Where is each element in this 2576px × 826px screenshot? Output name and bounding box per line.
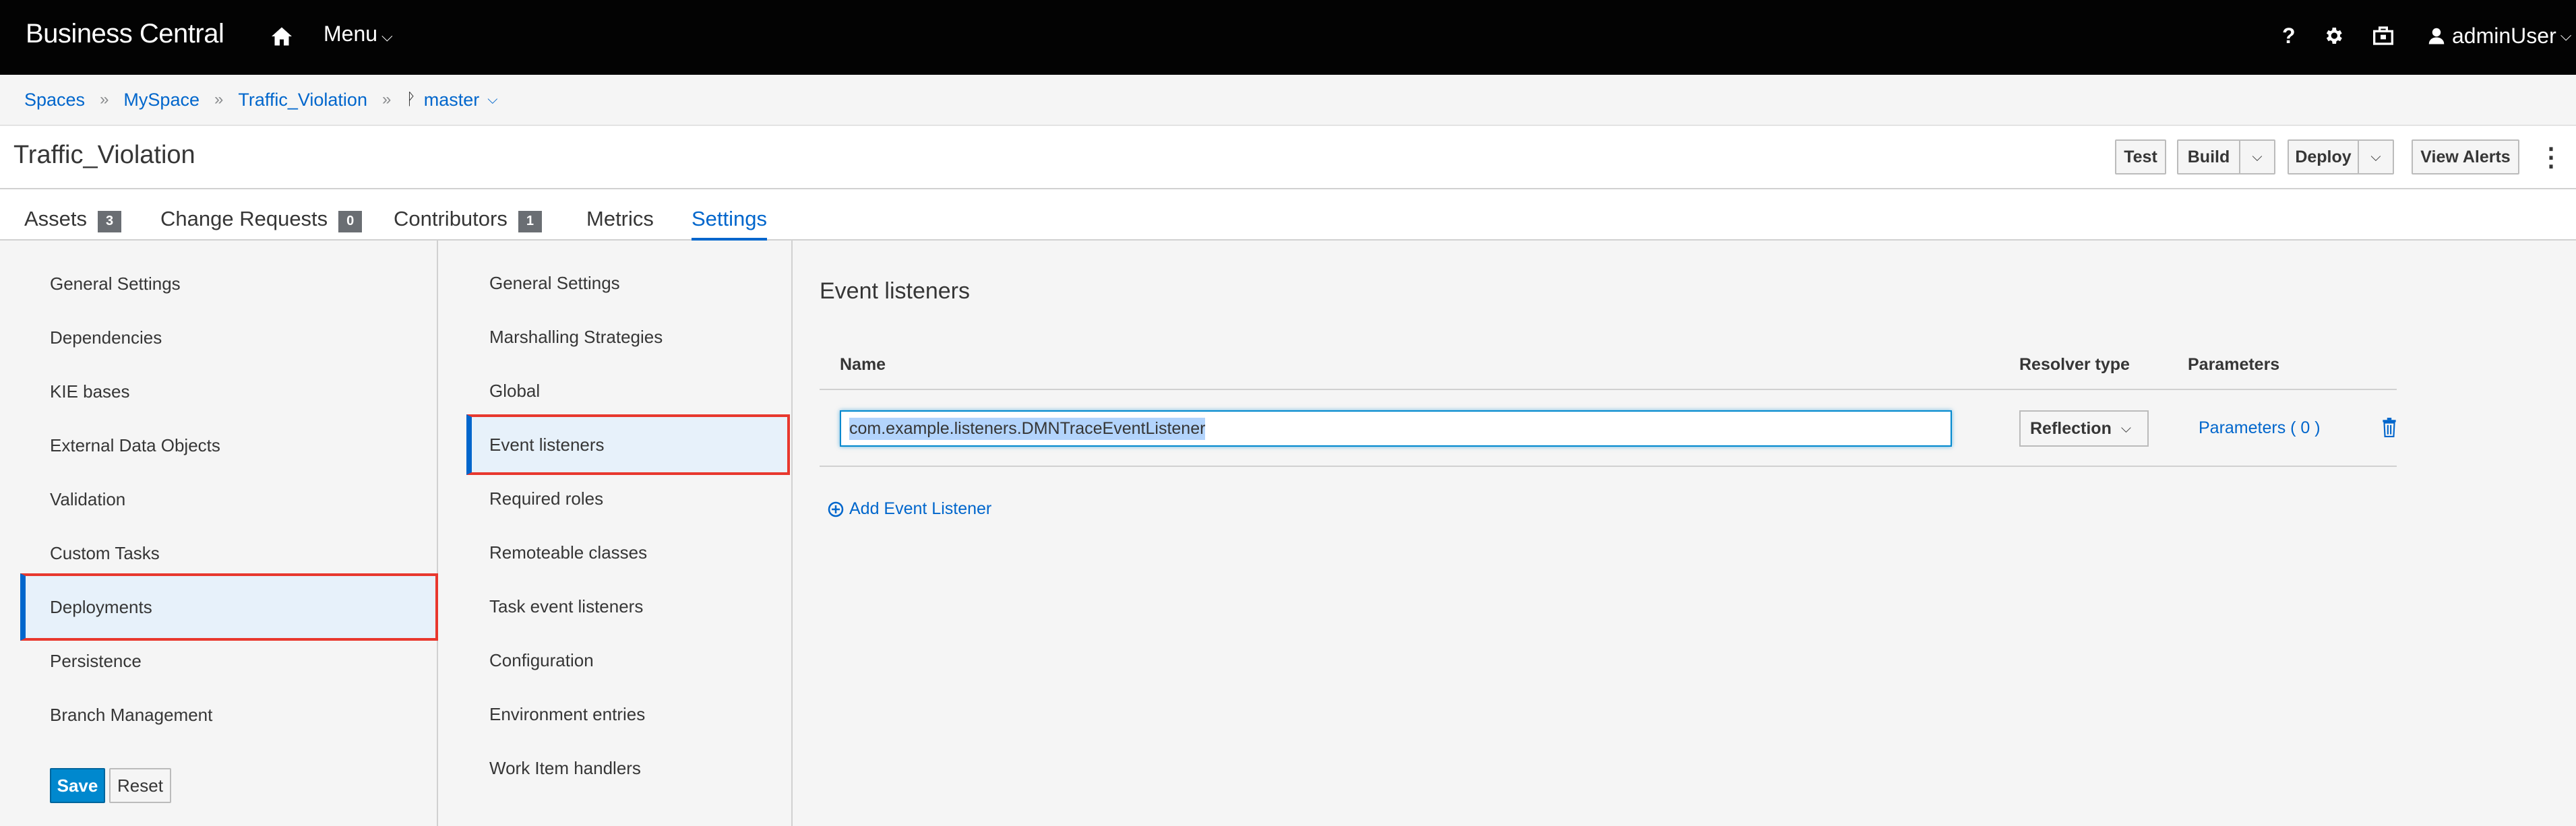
breadcrumb-separator: » [214, 90, 224, 108]
tab-change-requests[interactable]: Change Requests 0 [160, 199, 363, 241]
user-name: adminUser [2452, 23, 2556, 48]
branch-selector[interactable]: ᚹ master ⌵ [406, 90, 497, 110]
tab-label: Settings [692, 207, 768, 230]
build-dropdown-toggle[interactable]: ⌵ [2239, 139, 2275, 174]
kebab-menu-icon[interactable]: ⋮ [2538, 142, 2564, 172]
listener-name-value: com.example.listeners.DMNTraceEventListe… [849, 417, 1206, 440]
breadcrumb-separator: » [100, 90, 109, 108]
tab-metrics[interactable]: Metrics [586, 199, 654, 241]
deploy-nav-required-roles[interactable]: Required roles [466, 468, 790, 529]
branch-name: master [423, 89, 480, 110]
chevron-down-icon: ⌵ [2120, 420, 2132, 436]
deploy-nav-configuration[interactable]: Configuration [466, 630, 790, 691]
deploy-nav-environment-entries[interactable]: Environment entries [466, 684, 790, 744]
count-badge: 1 [518, 211, 542, 232]
tab-assets[interactable]: Assets 3 [24, 199, 122, 241]
breadcrumb-myspace[interactable]: MySpace [123, 90, 200, 110]
tab-label: Contributors [394, 207, 508, 230]
resolver-type-select[interactable]: Reflection ⌵ [2019, 410, 2149, 447]
gear-icon[interactable] [2323, 20, 2344, 51]
tab-contributors[interactable]: Contributors 1 [394, 199, 542, 241]
breadcrumb-spaces[interactable]: Spaces [24, 90, 85, 110]
settings-nav-branch-management[interactable]: Branch Management [20, 681, 438, 749]
deploy-nav-remoteable-classes[interactable]: Remoteable classes [466, 522, 790, 583]
column-header-resolver-type: Resolver type [2019, 355, 2130, 374]
count-badge: 0 [338, 211, 363, 232]
masthead: Business Central Menu ⌵ ? adminUser ⌵ [0, 0, 2576, 75]
deploy-dropdown-toggle[interactable]: ⌵ [2358, 139, 2394, 174]
page-title: Event listeners [820, 278, 970, 304]
event-listeners-panel: Event listeners Name Resolver type Param… [794, 241, 2576, 826]
briefcase-icon[interactable] [2372, 20, 2394, 51]
tab-label: Metrics [586, 207, 654, 230]
resolver-type-value: Reflection [2030, 418, 2112, 438]
settings-actions: Save Reset [50, 768, 171, 803]
column-header-parameters: Parameters [2188, 355, 2280, 374]
listener-name-input[interactable]: com.example.listeners.DMNTraceEventListe… [840, 410, 1952, 447]
settings-nav: General Settings Dependencies KIE bases … [0, 241, 438, 826]
column-header-name: Name [840, 355, 886, 374]
view-alerts-button[interactable]: View Alerts [2412, 139, 2519, 174]
chevron-down-icon: ⌵ [381, 28, 393, 44]
project-tabs: Assets 3 Change Requests 0 Contributors … [0, 189, 2576, 241]
parameters-link[interactable]: Parameters ( 0 ) [2199, 418, 2321, 438]
table-header: Name Resolver type Parameters [820, 348, 2397, 390]
add-circle-icon [828, 501, 844, 517]
count-badge: 3 [98, 211, 122, 232]
project-header: Traffic_Violation Test Build ⌵ Deploy ⌵ … [0, 126, 2576, 189]
menu-button[interactable]: Menu ⌵ [324, 22, 393, 46]
menu-label: Menu [324, 22, 378, 46]
deployments-nav: General Settings Marshalling Strategies … [439, 241, 793, 826]
breadcrumb-project[interactable]: Traffic_Violation [238, 90, 367, 110]
user-menu[interactable]: adminUser ⌵ [2426, 20, 2571, 51]
add-event-listener-button[interactable]: Add Event Listener [828, 499, 991, 519]
help-icon[interactable]: ? [2282, 20, 2296, 51]
table-row: com.example.listeners.DMNTraceEventListe… [820, 390, 2397, 467]
deploy-nav-task-event-listeners[interactable]: Task event listeners [466, 576, 790, 637]
project-title: Traffic_Violation [13, 141, 195, 169]
chevron-down-icon: ⌵ [2560, 27, 2572, 44]
branch-icon: ᚹ [406, 90, 416, 108]
breadcrumb-separator: » [381, 90, 392, 108]
chevron-down-icon: ⌵ [2252, 149, 2263, 164]
trash-icon[interactable] [2381, 417, 2398, 437]
save-button[interactable]: Save [50, 768, 105, 803]
breadcrumb: Spaces » MySpace » Traffic_Violation » ᚹ… [0, 75, 2576, 126]
reset-button[interactable]: Reset [109, 768, 171, 803]
deploy-nav-global[interactable]: Global [466, 360, 790, 421]
user-icon [2428, 28, 2445, 44]
deploy-nav-work-item-handlers[interactable]: Work Item handlers [466, 738, 790, 798]
deploy-nav-event-listeners[interactable]: Event listeners [466, 414, 790, 475]
chevron-down-icon: ⌵ [2370, 149, 2381, 164]
tab-label: Change Requests [160, 207, 328, 230]
add-event-listener-label: Add Event Listener [849, 499, 992, 518]
brand-title[interactable]: Business Central [26, 19, 224, 49]
tab-label: Assets [24, 207, 88, 230]
home-icon[interactable] [270, 24, 294, 49]
tab-settings[interactable]: Settings [692, 199, 768, 241]
deploy-nav-marshalling[interactable]: Marshalling Strategies [466, 307, 790, 367]
chevron-down-icon: ⌵ [487, 92, 498, 107]
deploy-nav-general[interactable]: General Settings [466, 253, 790, 313]
build-button[interactable]: Build [2177, 139, 2240, 174]
deploy-button[interactable]: Deploy [2288, 139, 2359, 174]
test-button[interactable]: Test [2115, 139, 2166, 174]
